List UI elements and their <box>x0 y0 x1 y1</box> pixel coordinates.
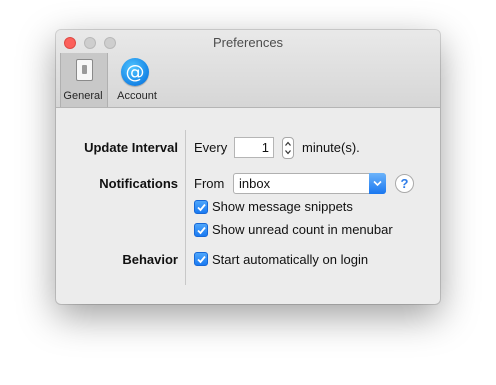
every-text: Every <box>194 140 228 155</box>
interval-stepper[interactable] <box>282 137 294 159</box>
minutes-text: minute(s). <box>302 140 360 155</box>
update-interval-label: Update Interval <box>84 140 178 155</box>
start-on-login-label: Start automatically on login <box>212 252 369 267</box>
behavior-label: Behavior <box>122 252 178 267</box>
tab-account-label: Account <box>117 90 157 102</box>
unread-count-label: Show unread count in menubar <box>212 222 393 237</box>
from-text: From <box>194 176 225 191</box>
switch-icon <box>76 59 93 81</box>
chevron-down-icon <box>285 150 291 155</box>
mailbox-select-value: inbox <box>239 176 271 191</box>
checkmark-icon <box>197 226 206 235</box>
tab-account[interactable]: @ Account <box>112 53 160 107</box>
chevron-down-icon <box>373 180 382 187</box>
mailbox-select[interactable]: inbox <box>233 173 386 194</box>
at-sign-icon: @ <box>121 58 149 86</box>
checkmark-icon <box>197 203 206 212</box>
chevron-up-icon <box>285 141 291 146</box>
unread-count-checkbox[interactable] <box>194 223 208 237</box>
snippets-label: Show message snippets <box>212 199 353 214</box>
toolbar: Preferences General @ Account <box>56 30 440 108</box>
snippets-checkbox[interactable] <box>194 200 208 214</box>
tab-general[interactable]: General <box>60 53 108 107</box>
select-arrow[interactable] <box>369 173 386 194</box>
section-divider <box>185 130 186 285</box>
window-title: Preferences <box>212 35 284 50</box>
interval-input[interactable]: 1 <box>234 137 274 158</box>
help-button[interactable]: ? <box>395 174 414 193</box>
tab-general-label: General <box>63 90 103 102</box>
start-on-login-checkbox[interactable] <box>194 252 208 266</box>
preferences-window: Preferences General @ Account Update Int… <box>56 30 440 304</box>
notifications-label: Notifications <box>99 176 178 191</box>
checkmark-icon <box>197 255 206 264</box>
